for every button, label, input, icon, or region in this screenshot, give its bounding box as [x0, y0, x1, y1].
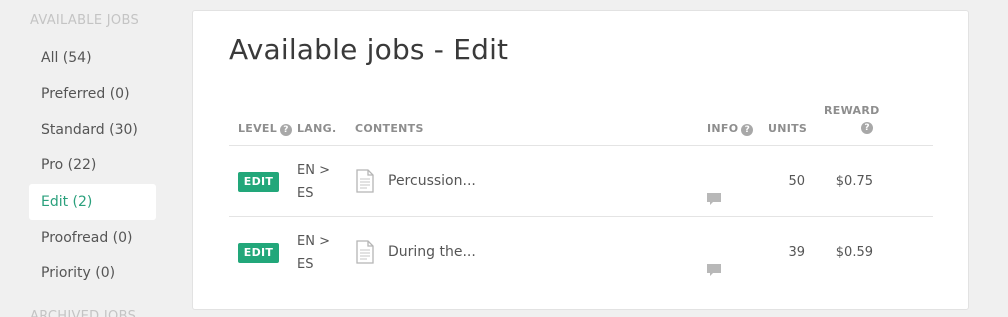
level-badge: EDIT — [238, 172, 279, 192]
column-header-info: INFO? — [707, 122, 754, 136]
reward-value: $0.59 — [835, 245, 873, 260]
source-language: EN > — [297, 163, 330, 178]
target-language: ES — [297, 186, 314, 201]
sidebar-item-proofread[interactable]: Proofread (0) — [29, 220, 156, 256]
sidebar-item-priority[interactable]: Priority (0) — [29, 255, 156, 291]
column-header-reward: REWARD — [824, 104, 880, 117]
sidebar-item-pro[interactable]: Pro (22) — [29, 147, 156, 183]
sidebar: AVAILABLE JOBS All (54) Preferred (0) St… — [0, 0, 170, 317]
column-header-units: UNITS — [768, 122, 808, 135]
level-badge: EDIT — [238, 243, 279, 263]
column-header-level-label: LEVEL — [238, 122, 278, 135]
column-header-info-label: INFO — [707, 122, 739, 135]
sidebar-archived-heading: ARCHIVED JOBS — [30, 309, 137, 317]
question-circle-icon[interactable]: ? — [741, 124, 754, 136]
sidebar-item-preferred[interactable]: Preferred (0) — [29, 76, 156, 112]
comment-bubble-icon[interactable] — [706, 263, 722, 277]
column-header-lang: LANG. — [297, 122, 337, 135]
comment-bubble-icon[interactable] — [706, 192, 722, 206]
table-row[interactable]: EDIT EN > ES Percussion... 50 $0.75 — [193, 146, 970, 216]
page-title: Available jobs - Edit — [229, 33, 509, 66]
question-circle-icon[interactable]: ? — [861, 122, 873, 134]
document-icon — [356, 240, 374, 264]
document-icon — [356, 169, 374, 193]
target-language: ES — [297, 257, 314, 272]
column-header-contents: CONTENTS — [355, 122, 424, 135]
sidebar-heading: AVAILABLE JOBS — [30, 13, 139, 28]
language-pair: EN > ES — [297, 159, 330, 205]
reward-value: $0.75 — [835, 174, 873, 189]
source-language: EN > — [297, 234, 330, 249]
column-header-level: LEVEL? — [238, 122, 293, 136]
jobs-card: Available jobs - Edit LEVEL? LANG. CONTE… — [192, 10, 969, 310]
sidebar-item-edit[interactable]: Edit (2) — [29, 184, 156, 220]
sidebar-item-all[interactable]: All (54) — [29, 40, 156, 76]
language-pair: EN > ES — [297, 230, 330, 276]
job-content-link[interactable]: Percussion... — [388, 173, 476, 189]
units-value: 50 — [788, 174, 805, 189]
question-circle-icon[interactable]: ? — [280, 124, 293, 136]
units-value: 39 — [788, 245, 805, 260]
job-content-link[interactable]: During the... — [388, 244, 476, 260]
table-row[interactable]: EDIT EN > ES During the... 39 $0.59 — [193, 217, 970, 287]
sidebar-item-standard[interactable]: Standard (30) — [29, 112, 156, 148]
